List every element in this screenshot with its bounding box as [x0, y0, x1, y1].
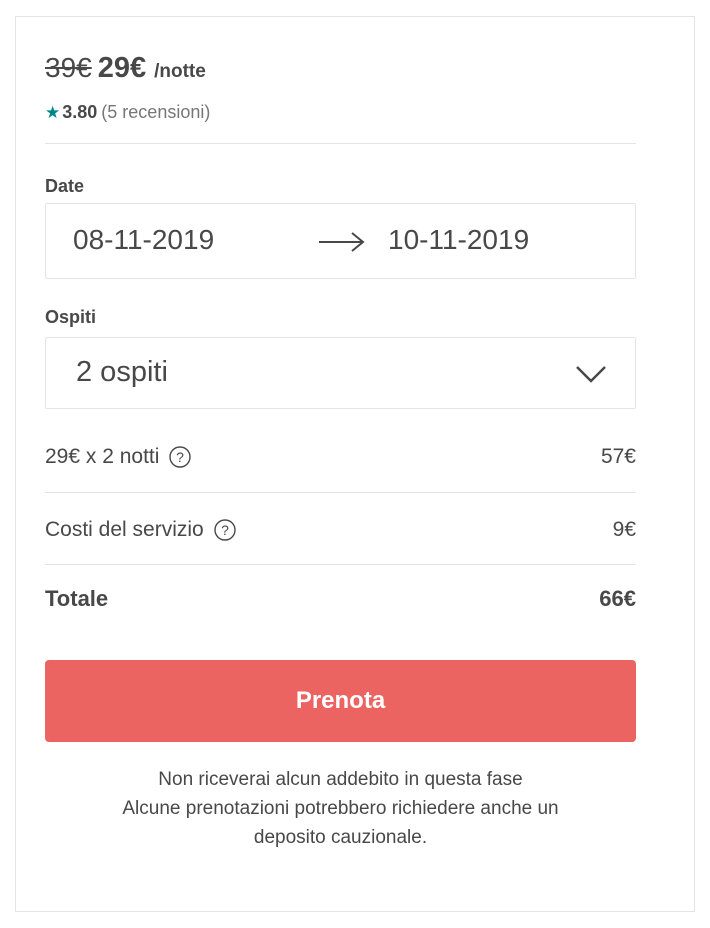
total-label: Totale — [45, 586, 109, 611]
divider — [45, 143, 636, 144]
price-row: 39€ 29€ /notte — [45, 52, 206, 92]
notice-line: Alcune prenotazioni potrebbero richieder… — [122, 798, 559, 819]
rating-value: 3.80 — [62, 102, 98, 122]
date-range-picker[interactable]: 08-11-2019 10-11-2019 — [45, 203, 636, 279]
booking-notice: Non riceverai alcun addebito in questa f… — [45, 765, 636, 852]
guests-value: 2 ospiti — [76, 356, 168, 388]
notice-line: deposito cauzionale. — [253, 827, 428, 848]
nights-cost-amount: 57€ — [600, 445, 636, 468]
nights-cost-row: 29€ x 2 notti ? 57€ — [45, 442, 636, 472]
star-icon: ★ — [45, 102, 61, 122]
book-button[interactable]: Prenota — [45, 660, 636, 742]
arrow-right-icon — [319, 232, 365, 252]
help-icon[interactable]: ? — [169, 446, 192, 468]
check-in-date[interactable]: 08-11-2019 — [73, 224, 214, 256]
reviews-count[interactable]: (5 recensioni) — [101, 102, 210, 123]
check-out-date[interactable]: 10-11-2019 — [388, 224, 529, 256]
total-row: Totale 66€ — [45, 584, 636, 614]
discounted-price: 29€ — [97, 52, 147, 84]
chevron-down-icon — [576, 366, 606, 383]
dates-label: Date — [45, 176, 85, 196]
notice-line: Non riceverai alcun addebito in questa f… — [158, 769, 523, 790]
original-price: 39€ — [45, 52, 92, 83]
guests-label: Ospiti — [45, 307, 97, 327]
service-fee-label: Costi del servizio — [45, 518, 204, 541]
price-unit: /notte — [154, 61, 206, 82]
service-fee-amount: 9€ — [612, 518, 636, 541]
service-fee-row: Costi del servizio ? 9€ — [45, 515, 636, 545]
svg-text:?: ? — [177, 449, 185, 465]
guests-select[interactable]: 2 ospiti — [45, 337, 636, 409]
divider — [45, 564, 636, 565]
divider — [45, 492, 636, 493]
nights-cost-label: 29€ x 2 notti — [45, 445, 160, 468]
svg-text:?: ? — [221, 522, 229, 538]
total-amount: 66€ — [599, 586, 636, 611]
help-icon[interactable]: ? — [214, 519, 236, 541]
rating-row: ★ 3.80 (5 recensioni) — [45, 102, 210, 123]
